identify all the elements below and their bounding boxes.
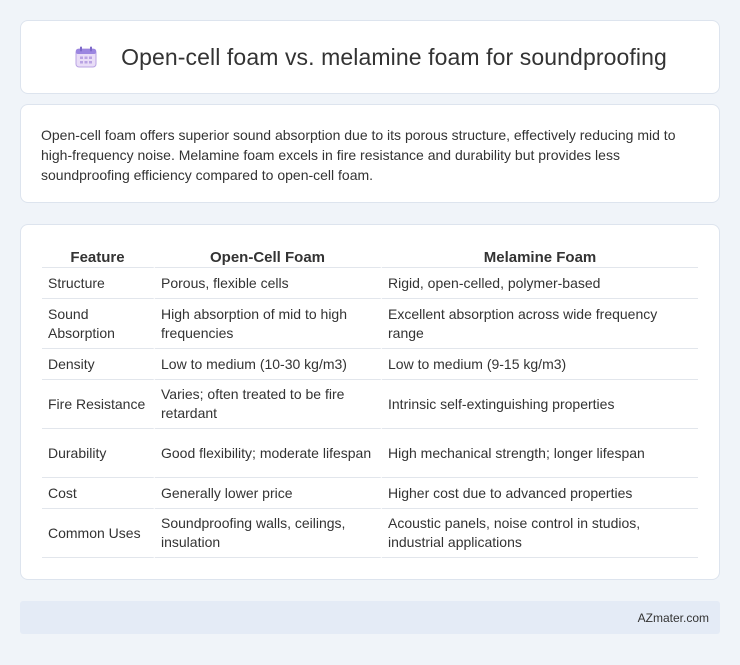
calendar-icon [75,46,97,68]
header-melamine-foam: Melamine Foam [382,247,698,268]
table-row: Density Low to medium (10-30 kg/m3) Low … [42,349,698,380]
melamine-cell: Acoustic panels, noise control in studio… [382,509,698,558]
footer-site-name: AZmater.com [637,610,709,625]
table-row: Fire Resistance Varies; often treated to… [42,380,698,429]
feature-cell: Sound Absorption [42,299,155,349]
open-cell-cell: Varies; often treated to be fire retarda… [155,380,382,429]
open-cell-cell: High absorption of mid to high frequenci… [155,299,382,349]
feature-cell: Durability [42,429,155,478]
header-feature: Feature [42,247,155,268]
melamine-cell: Low to medium (9-15 kg/m3) [382,349,698,380]
table-header-row: Feature Open-Cell Foam Melamine Foam [42,247,698,268]
table-row: Common Uses Soundproofing walls, ceiling… [42,509,698,558]
melamine-cell: Rigid, open-celled, polymer-based [382,268,698,299]
melamine-cell: Excellent absorption across wide frequen… [382,299,698,349]
open-cell-cell: Generally lower price [155,478,382,509]
melamine-cell: Higher cost due to advanced properties [382,478,698,509]
title-card: Open-cell foam vs. melamine foam for sou… [20,20,720,94]
table-row: Durability Good flexibility; moderate li… [42,429,698,478]
comparison-table: Feature Open-Cell Foam Melamine Foam Str… [42,247,698,558]
comparison-table-card: Feature Open-Cell Foam Melamine Foam Str… [20,224,720,580]
open-cell-cell: Soundproofing walls, ceilings, insulatio… [155,509,382,558]
open-cell-cell: Good flexibility; moderate lifespan [155,429,382,478]
footer: AZmater.com [20,601,720,634]
feature-cell: Fire Resistance [42,380,155,429]
title-wrap: Open-cell foam vs. melamine foam for sou… [73,44,667,71]
summary-text: Open-cell foam offers superior sound abs… [41,127,676,183]
melamine-cell: High mechanical strength; longer lifespa… [382,429,698,478]
feature-cell: Structure [42,268,155,299]
summary-card: Open-cell foam offers superior sound abs… [20,104,720,203]
feature-cell: Common Uses [42,509,155,558]
table-row: Cost Generally lower price Higher cost d… [42,478,698,509]
table-row: Sound Absorption High absorption of mid … [42,299,698,349]
feature-cell: Density [42,349,155,380]
open-cell-cell: Porous, flexible cells [155,268,382,299]
page-title: Open-cell foam vs. melamine foam for sou… [121,43,667,70]
table-row: Structure Porous, flexible cells Rigid, … [42,268,698,299]
melamine-cell: Intrinsic self-extinguishing properties [382,380,698,429]
open-cell-cell: Low to medium (10-30 kg/m3) [155,349,382,380]
header-open-cell-foam: Open-Cell Foam [155,247,382,268]
feature-cell: Cost [42,478,155,509]
